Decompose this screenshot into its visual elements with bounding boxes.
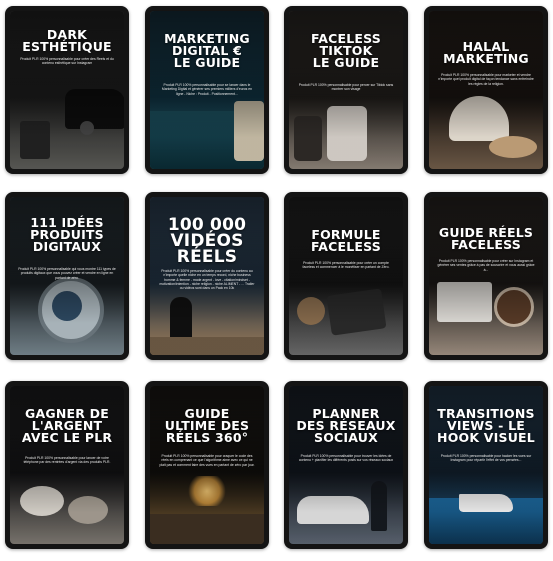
product-description: Produit PLR 100% personnalisable pour cr… [302, 261, 390, 270]
card-screen: DARK ESTHÉTIQUE Produit PLR 100% personn… [10, 11, 124, 169]
product-title: PLANNER DES RÉSEAUX SOCIAUX [296, 406, 396, 445]
card-screen: FORMULE FACELESS Produit PLR 100% person… [289, 197, 403, 355]
card-screen: GUIDE ULTIME DES RÉELS 360° Produit PLR … [150, 386, 264, 544]
product-title: DARK ESTHÉTIQUE [22, 27, 112, 54]
card-screen: HALAL MARKETING Produit PLR 100% personn… [429, 11, 543, 169]
product-card-gagner-plr[interactable]: GAGNER DE L'ARGENT AVEC LE PLR Produit P… [5, 381, 129, 549]
product-card-guide-reels-faceless[interactable]: GUIDE RÉELS FACELESS Produit PLR 100% pe… [424, 192, 548, 360]
shade [429, 197, 543, 355]
product-description: Produit PLR 100% personnalisable pour cr… [437, 259, 535, 272]
product-description: Produit PLR 100% personnalisable pour cr… [159, 269, 255, 291]
product-card-111-idees[interactable]: 111 IDÉES PRODUITS DIGITAUX Produit PLR … [5, 192, 129, 360]
shade [289, 197, 403, 355]
product-card-planner-reseaux[interactable]: PLANNER DES RÉSEAUX SOCIAUX Produit PLR … [284, 381, 408, 549]
product-title: GAGNER DE L'ARGENT AVEC LE PLR [21, 406, 113, 445]
product-title: FACELESS TIKTOK LE GUIDE [310, 31, 382, 70]
product-title: 111 IDÉES PRODUITS DIGITAUX [30, 215, 104, 254]
product-card-100000-videos[interactable]: 100 000 VIDÉOS RÉELS Produit PLR 100% pe… [145, 192, 269, 360]
product-grid: DARK ESTHÉTIQUE Produit PLR 100% personn… [0, 0, 553, 561]
product-title: FORMULE FACELESS [310, 227, 382, 254]
product-title: MARKETING DIGITAL € LE GUIDE [164, 31, 250, 70]
product-description: Produit PLR 100% personnalisable pour pe… [298, 83, 394, 92]
shade [429, 11, 543, 169]
product-card-dark-esthetique[interactable]: DARK ESTHÉTIQUE Produit PLR 100% personn… [5, 6, 129, 174]
card-screen: GAGNER DE L'ARGENT AVEC LE PLR Produit P… [10, 386, 124, 544]
product-description: Produit PLR 100% personnalisable pour se… [161, 83, 253, 96]
product-description: Produit PLR 100% personnalisable pour ha… [440, 454, 532, 463]
card-screen: GUIDE RÉELS FACELESS Produit PLR 100% pe… [429, 197, 543, 355]
product-card-marketing-digital[interactable]: MARKETING DIGITAL € LE GUIDE Produit PLR… [145, 6, 269, 174]
card-screen: PLANNER DES RÉSEAUX SOCIAUX Produit PLR … [289, 386, 403, 544]
product-title: GUIDE RÉELS FACELESS [438, 225, 534, 252]
product-title: HALAL MARKETING [443, 39, 529, 66]
product-description: Produit PLR 100% personnalisable pour tr… [298, 454, 394, 463]
card-screen: FACELESS TIKTOK LE GUIDE Produit PLR 100… [289, 11, 403, 169]
product-card-halal-marketing[interactable]: HALAL MARKETING Produit PLR 100% personn… [424, 6, 548, 174]
card-screen: MARKETING DIGITAL € LE GUIDE Produit PLR… [150, 11, 264, 169]
product-card-guide-ultime-reels[interactable]: GUIDE ULTIME DES RÉELS 360° Produit PLR … [145, 381, 269, 549]
card-screen: 100 000 VIDÉOS RÉELS Produit PLR 100% pe… [150, 197, 264, 355]
product-card-transitions-views[interactable]: TRANSITIONS VIEWS - LE HOOK VISUEL Produ… [424, 381, 548, 549]
product-description: Produit PLR 100% personnalisable pour cr… [20, 57, 114, 66]
product-title: 100 000 VIDÉOS RÉELS [167, 215, 247, 267]
card-screen: TRANSITIONS VIEWS - LE HOOK VISUEL Produ… [429, 386, 543, 544]
product-description: Produit PLR 100% personnalisable pour la… [23, 456, 111, 465]
product-title: GUIDE ULTIME DES RÉELS 360° [164, 406, 250, 445]
product-card-formule-faceless[interactable]: FORMULE FACELESS Produit PLR 100% person… [284, 192, 408, 360]
product-card-faceless-tiktok[interactable]: FACELESS TIKTOK LE GUIDE Produit PLR 100… [284, 6, 408, 174]
product-title: TRANSITIONS VIEWS - LE HOOK VISUEL [437, 406, 535, 445]
product-description: Produit PLR 100% personnalisable qui vou… [18, 267, 116, 280]
product-description: Produit PLR 100% personnalisable pour ma… [438, 73, 534, 86]
card-screen: 111 IDÉES PRODUITS DIGITAUX Produit PLR … [10, 197, 124, 355]
product-description: Produit PLR 100% personnalisable pour cr… [159, 454, 255, 467]
